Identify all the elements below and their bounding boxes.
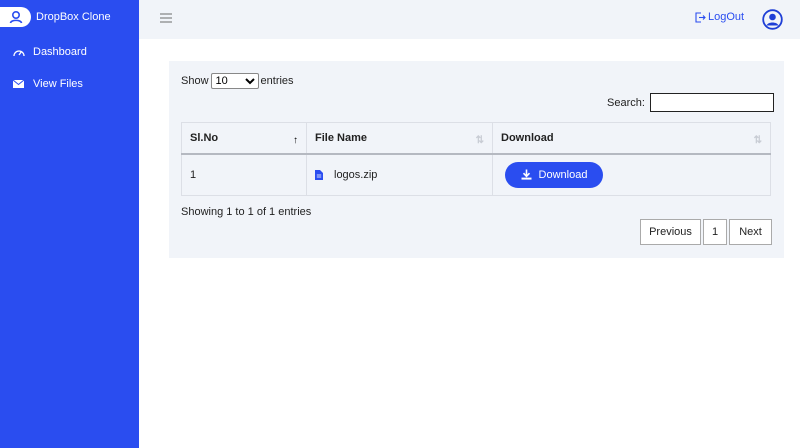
app-title: DropBox Clone	[36, 11, 111, 23]
file-name: logos.zip	[334, 168, 378, 181]
download-button[interactable]: Download	[505, 161, 603, 188]
file-icon	[315, 169, 323, 180]
search-control: Search:	[607, 93, 774, 112]
gauge-icon	[12, 47, 25, 57]
sidebar: DropBox Clone Dashboard View Files	[0, 0, 139, 448]
pagination: Previous 1 Next	[640, 219, 772, 245]
hamburger-icon	[160, 13, 172, 23]
next-page-button[interactable]: Next	[729, 219, 772, 245]
download-label: Download	[538, 168, 588, 181]
topbar: LogOut	[139, 0, 800, 39]
page-size-select[interactable]: 102550100	[210, 73, 259, 89]
entries-label: entries	[260, 75, 294, 87]
brand[interactable]: DropBox Clone	[0, 6, 111, 28]
sort-icon: ⇅	[475, 135, 484, 146]
table-row: 1 logos.zip Download	[181, 153, 771, 196]
column-header-sl-no[interactable]: Sl.No ↑	[181, 122, 307, 155]
sidebar-item-label: Dashboard	[33, 46, 87, 58]
download-icon	[521, 169, 532, 180]
file-name-wrap: logos.zip	[315, 169, 492, 181]
sidebar-item-dashboard[interactable]: Dashboard	[12, 46, 87, 58]
search-input[interactable]	[649, 93, 774, 112]
brand-logo	[0, 7, 31, 27]
cell-download: Download	[492, 153, 771, 196]
files-table: Sl.No ↑ File Name ⇅ Download ⇅ 1 logos.z…	[181, 122, 771, 196]
cell-file-name: logos.zip	[306, 153, 493, 196]
column-header-file-name[interactable]: File Name ⇅	[306, 122, 493, 155]
files-panel: Show 102550100 entries Search: Sl.No ↑ F…	[169, 61, 784, 258]
sidebar-item-label: View Files	[33, 78, 83, 90]
sidebar-item-view-files[interactable]: View Files	[12, 78, 83, 90]
table-header-row: Sl.No ↑ File Name ⇅ Download ⇅	[181, 122, 771, 155]
previous-page-button[interactable]: Previous	[640, 219, 701, 245]
logout-label: LogOut	[708, 11, 745, 23]
column-header-download[interactable]: Download ⇅	[492, 122, 771, 155]
sort-icon: ⇅	[753, 135, 762, 146]
page-number-button[interactable]: 1	[703, 219, 727, 245]
menu-toggle-button[interactable]	[159, 12, 173, 24]
user-avatar[interactable]	[762, 9, 783, 30]
user-circle-icon	[762, 9, 783, 30]
sort-ascending-icon: ↑	[293, 135, 298, 146]
show-label: Show	[181, 75, 209, 87]
logout-link[interactable]: LogOut	[695, 11, 744, 23]
logout-icon	[695, 11, 706, 23]
table-info: Showing 1 to 1 of 1 entries	[181, 206, 312, 218]
cloud-user-icon	[9, 10, 22, 24]
envelope-icon	[12, 79, 25, 89]
cell-sl-no: 1	[181, 153, 307, 196]
page-size-control: Show 102550100 entries	[181, 73, 294, 89]
search-label: Search:	[607, 96, 645, 109]
